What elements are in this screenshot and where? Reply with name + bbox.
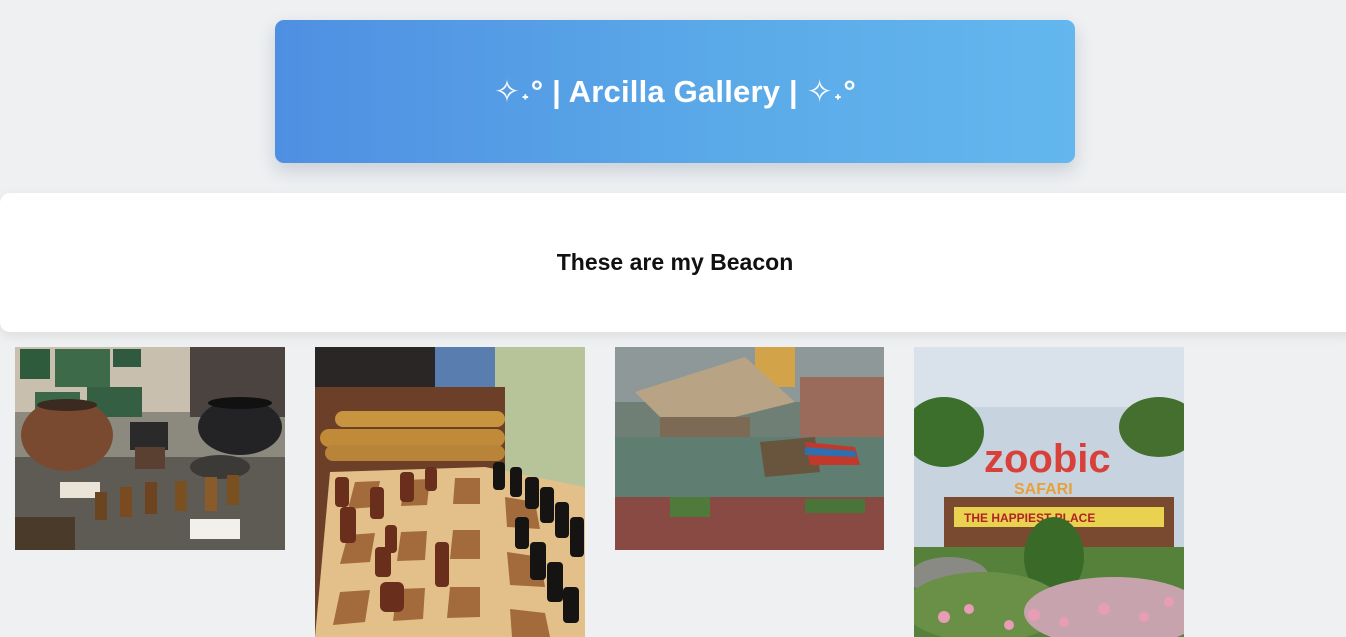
intro-card: These are my Beacon	[0, 193, 1346, 332]
gallery-title: ✧˖° | Arcilla Gallery | ✧˖°	[494, 73, 856, 109]
diorama-image	[615, 347, 884, 550]
gallery-photo-zoo[interactable]: THE HAPPIEST PLACE zoobic SAFARI	[914, 347, 1184, 637]
gallery-photo-diorama[interactable]	[615, 347, 884, 550]
pottery-image	[15, 347, 285, 550]
zoo-sign-name: zoobic	[984, 437, 1111, 481]
gallery-header: ✧˖° | Arcilla Gallery | ✧˖°	[275, 20, 1075, 163]
zoo-sign-safari: SAFARI	[1014, 481, 1073, 498]
zoo-sign-tagline: THE HAPPIEST PLACE	[964, 511, 1095, 525]
chess-image	[315, 347, 585, 637]
intro-text: These are my Beacon	[556, 249, 794, 275]
gallery-photo-pottery[interactable]	[15, 347, 285, 550]
zoo-image: THE HAPPIEST PLACE zoobic SAFARI	[914, 347, 1184, 637]
gallery-photo-chess[interactable]	[315, 347, 585, 637]
